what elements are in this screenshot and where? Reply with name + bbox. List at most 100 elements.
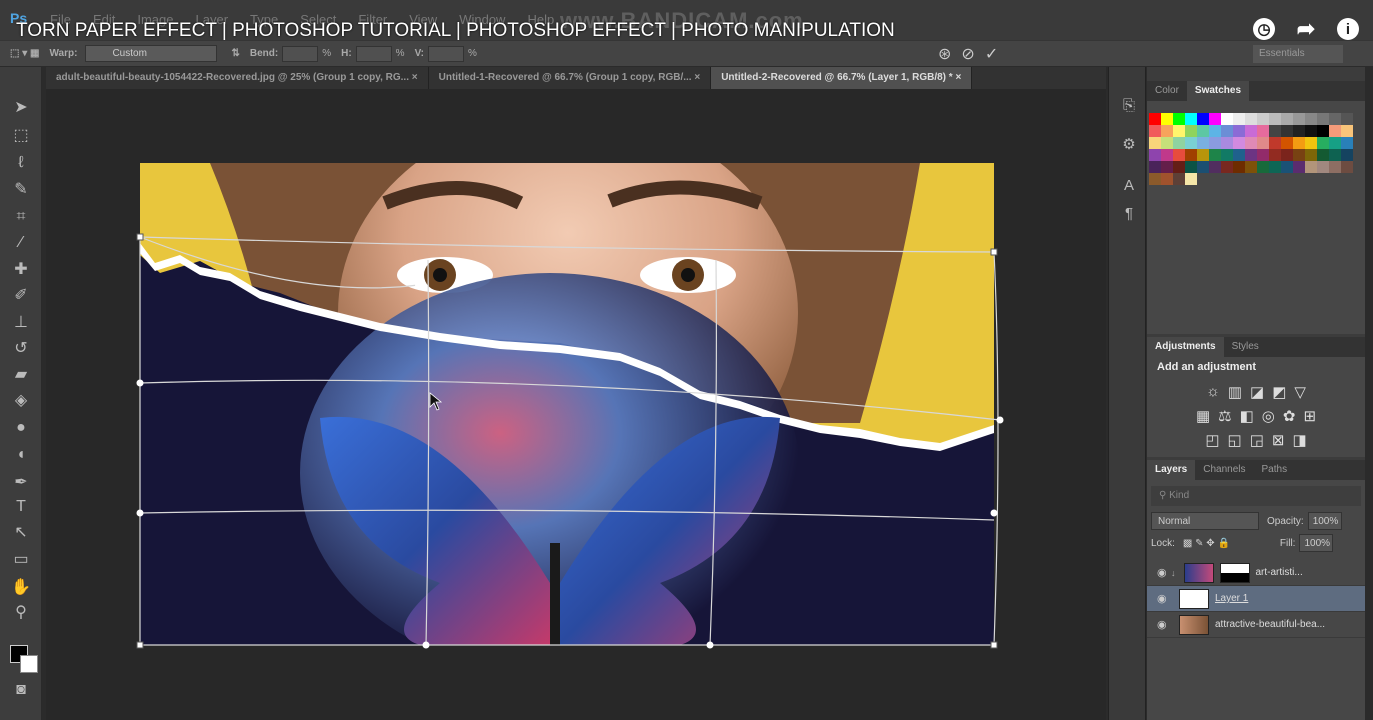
v-label: V: (414, 48, 425, 59)
warp-orientation-icon[interactable]: ⇅ (231, 48, 239, 59)
color-lookup-icon[interactable]: ⊞ (1303, 407, 1316, 425)
adjustments-tabs: Adjustments Styles (1147, 337, 1365, 357)
opacity-field[interactable]: 100% (1307, 512, 1342, 530)
photo-filter-icon[interactable]: ◎ (1262, 407, 1275, 425)
bend-pct: % (322, 48, 332, 59)
visibility-eye-icon[interactable]: ◉ (1157, 618, 1171, 631)
move-tool-icon[interactable]: ➤ (8, 97, 34, 119)
brush-tool-icon[interactable]: ✐ (8, 285, 34, 307)
history-panel-icon[interactable]: ⎘ (1119, 97, 1139, 117)
clone-stamp-tool-icon[interactable]: ⊥ (8, 312, 34, 334)
tab-close-icon[interactable]: × (955, 72, 961, 83)
layer-filter[interactable]: ⚲ Kind (1151, 486, 1361, 506)
invert-icon[interactable]: ◰ (1205, 431, 1219, 449)
posterize-icon[interactable]: ◱ (1228, 431, 1242, 449)
share-icon[interactable]: ➦ (1295, 16, 1317, 41)
selective-color-icon[interactable]: ◨ (1292, 431, 1306, 449)
quick-select-tool-icon[interactable]: ✎ (8, 179, 34, 201)
layer-thumbnail (1179, 614, 1209, 635)
tab-color[interactable]: Color (1147, 81, 1187, 101)
pen-tool-icon[interactable]: ✒ (8, 472, 34, 494)
tab-close-icon[interactable]: × (412, 72, 418, 83)
path-select-tool-icon[interactable]: ↖ (8, 522, 34, 544)
workspace-select[interactable]: Essentials (1253, 45, 1343, 63)
lock-row: Lock: ▩ ✎ ✥ 🔒 Fill: 100% (1151, 534, 1361, 552)
visibility-eye-icon[interactable]: ◉ (1157, 592, 1171, 605)
bend-label: Bend: (249, 48, 279, 59)
tab-swatches[interactable]: Swatches (1186, 81, 1250, 101)
quick-mask-icon[interactable]: ◙ (8, 679, 34, 701)
threshold-icon[interactable]: ◲ (1250, 431, 1264, 449)
tab-paths[interactable]: Paths (1254, 460, 1296, 480)
rectangle-tool-icon[interactable]: ▭ (8, 549, 34, 571)
warp-style-select[interactable]: Custom (85, 45, 218, 62)
tab-layers[interactable]: Layers (1147, 460, 1196, 480)
tool-preset-icon[interactable]: ⬚ ▾ ▦ (10, 48, 39, 59)
tab-document-2[interactable]: Untitled-1-Recovered @ 66.7% (Group 1 co… (429, 67, 712, 89)
dodge-tool-icon[interactable]: ◖ (8, 444, 34, 466)
lasso-tool-icon[interactable]: ℓ (8, 152, 34, 174)
swatch-grid[interactable] (1149, 113, 1353, 185)
crop-tool-icon[interactable]: ⌗ (8, 206, 34, 228)
clock-icon[interactable]: ◷ (1253, 18, 1275, 40)
blur-tool-icon[interactable]: ● (8, 417, 34, 439)
type-tool-icon[interactable]: T (8, 496, 34, 518)
document-image[interactable] (140, 163, 994, 645)
curves-icon[interactable]: ◪ (1250, 383, 1264, 401)
brightness-icon[interactable]: ☼ (1206, 383, 1220, 401)
v-field[interactable] (428, 45, 465, 62)
info-icon[interactable]: i (1337, 18, 1359, 40)
tab-close-icon[interactable]: × (694, 72, 700, 83)
paragraph-panel-icon[interactable]: ¶ (1119, 205, 1139, 225)
bend-field[interactable] (282, 45, 319, 62)
black-white-icon[interactable]: ◧ (1240, 407, 1254, 425)
zoom-tool-icon[interactable]: ⚲ (8, 602, 34, 624)
healing-brush-tool-icon[interactable]: ✚ (8, 259, 34, 281)
hue-saturation-icon[interactable]: ▦ (1196, 407, 1210, 425)
channel-mixer-icon[interactable]: ✿ (1283, 407, 1296, 425)
warp-label: Warp: (49, 48, 78, 59)
background-color-swatch[interactable] (20, 655, 38, 673)
layer-row[interactable]: ◉ ↓ art-artisti... (1147, 560, 1365, 586)
gradient-map-icon[interactable]: ⊠ (1272, 431, 1285, 449)
lock-icons[interactable]: ▩ ✎ ✥ 🔒 (1183, 538, 1230, 549)
right-panels: Color Swatches Adjustments Styles Add an… (1147, 67, 1365, 720)
paint-bucket-tool-icon[interactable]: ◈ (8, 390, 34, 412)
transform-commit-group: ⊛ ⊘ ✓ (938, 44, 998, 64)
torn-paper-artwork (140, 163, 994, 645)
cancel-transform-icon[interactable]: ⊘ (961, 44, 974, 64)
swatches-panel: Color Swatches (1147, 81, 1365, 334)
commit-transform-icon[interactable]: ✓ (985, 44, 998, 64)
puppet-warp-icon[interactable]: ⊛ (938, 44, 951, 64)
layer-row[interactable]: ◉ attractive-beautiful-bea... (1147, 612, 1365, 638)
color-balance-icon[interactable]: ⚖ (1218, 407, 1231, 425)
tab-adjustments[interactable]: Adjustments (1147, 337, 1224, 357)
properties-panel-icon[interactable]: ⚙ (1119, 135, 1139, 155)
document-tabs: adult-beautiful-beauty-1054422-Recovered… (46, 67, 1106, 89)
layer-row[interactable]: ◉ Layer 1 (1147, 586, 1365, 612)
menu-bar: Ps File Edit Image Layer Type Select Fil… (0, 0, 1373, 41)
visibility-eye-icon[interactable]: ◉ (1157, 566, 1171, 579)
hand-tool-icon[interactable]: ✋ (8, 577, 34, 599)
tab-document-1[interactable]: adult-beautiful-beauty-1054422-Recovered… (46, 67, 429, 89)
history-brush-tool-icon[interactable]: ↺ (8, 338, 34, 360)
tab-styles[interactable]: Styles (1224, 337, 1267, 357)
tab-document-3[interactable]: Untitled-2-Recovered @ 66.7% (Layer 1, R… (711, 67, 973, 89)
exposure-icon[interactable]: ◩ (1272, 383, 1286, 401)
levels-icon[interactable]: ▥ (1228, 383, 1242, 401)
tab-label: Untitled-1-Recovered @ 66.7% (Group 1 co… (438, 72, 692, 83)
character-panel-icon[interactable]: A (1119, 177, 1139, 197)
marquee-tool-icon[interactable]: ⬚ (8, 125, 34, 147)
eraser-tool-icon[interactable]: ▰ (8, 364, 34, 386)
tab-channels[interactable]: Channels (1195, 460, 1253, 480)
fill-label: Fill: (1279, 537, 1296, 549)
vibrance-icon[interactable]: ▽ (1294, 383, 1306, 401)
filter-kind-label: Kind (1169, 490, 1190, 501)
fill-field[interactable]: 100% (1299, 534, 1334, 552)
h-field[interactable] (355, 45, 392, 62)
video-title: TORN PAPER EFFECT | PHOTOSHOP TUTORIAL |… (16, 20, 895, 41)
tools-panel: ➤ ⬚ ℓ ✎ ⌗ ⁄ ✚ ✐ ⊥ ↺ ▰ ◈ ● ◖ ✒ T ↖ ▭ ✋ ⚲ … (0, 67, 42, 720)
video-actions: ◷ ➦ i (1253, 16, 1359, 41)
blend-mode-select[interactable]: Normal (1151, 512, 1259, 530)
eyedropper-tool-icon[interactable]: ⁄ (8, 232, 34, 254)
